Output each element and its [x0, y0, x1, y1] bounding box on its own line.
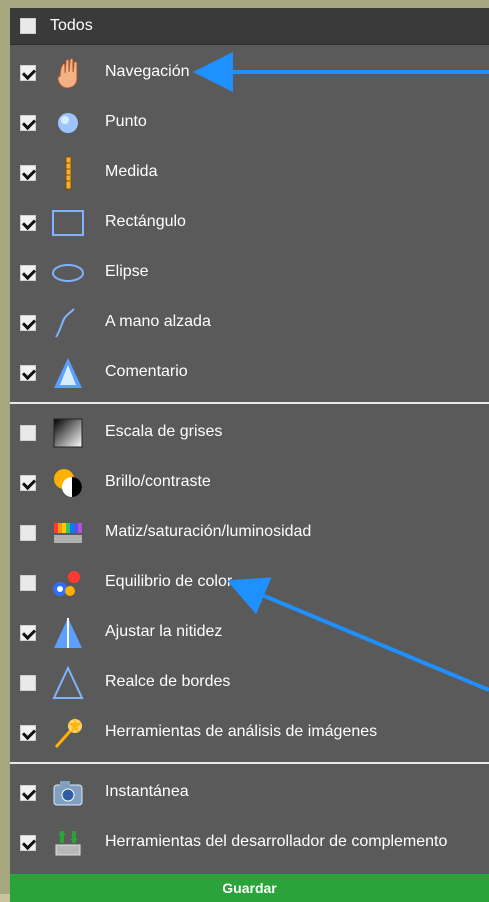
callout-arrow-navegacion	[193, 52, 489, 692]
